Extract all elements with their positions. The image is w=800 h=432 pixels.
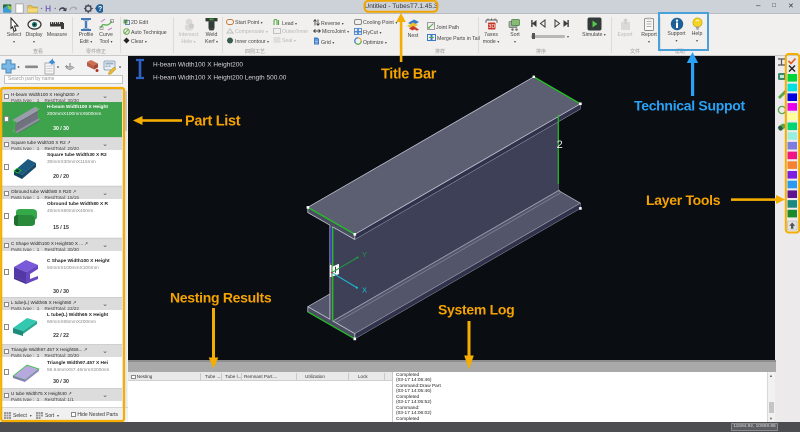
svg-text:System Log: System Log (438, 302, 514, 318)
svg-text:Part List: Part List (185, 114, 241, 130)
svg-text:Title Bar: Title Bar (381, 67, 437, 83)
svg-text:Layer Tools: Layer Tools (646, 192, 721, 208)
svg-text:Nesting Results: Nesting Results (170, 290, 272, 306)
svg-text:Technical Suppot: Technical Suppot (634, 98, 745, 114)
